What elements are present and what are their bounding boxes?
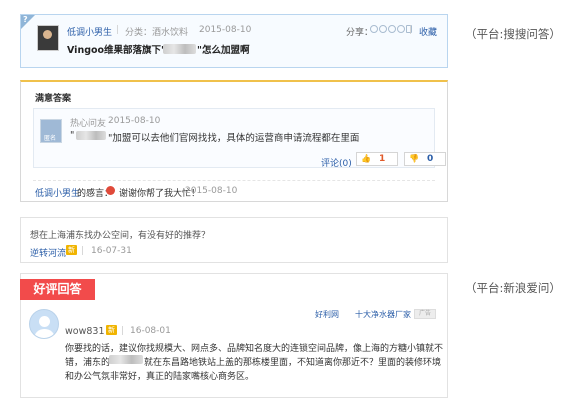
platform-label-sina: （平台:新浪爱问） (465, 281, 561, 295)
answer-text: "加盟可以去他们官网找找，具体的运营商申请流程都在里面 (108, 133, 360, 144)
meta-separator: | (409, 25, 413, 35)
meta-separator: | (116, 25, 120, 35)
share-weibo-icon[interactable] (379, 25, 387, 33)
asker-avatar[interactable] (37, 25, 59, 51)
best-answer-card: 满意答案 匿名 热心问友 2015-08-10 " "加盟可以去他们官网找找，具… (20, 80, 448, 202)
platform-label-sogou: （平台:搜搜问答） (465, 27, 561, 41)
thumbs-down-icon: 👎 (409, 154, 419, 163)
answer-box: 匿名 热心问友 2015-08-10 " "加盟可以去他们官网找找，具体的运营商… (33, 108, 446, 169)
thanks-date: 2015-08-10 (185, 186, 238, 196)
question-title[interactable]: Vingoo维果部落旗下" (67, 42, 166, 56)
answer-text-line: 错，浦东的 (65, 358, 111, 368)
answer-user: 热心问友 (70, 119, 107, 129)
question-date: 2015-08-10 (199, 25, 252, 35)
dislike-button[interactable]: 👎 0 (404, 152, 446, 166)
answer-date: 2015-08-10 (108, 116, 161, 126)
new-user-badge: 新 (106, 325, 117, 335)
question-date: 16-07-31 (91, 246, 132, 256)
thanks-user-link[interactable]: 低调小男生 (35, 186, 80, 199)
best-answer-heading: 满意答案 (35, 94, 72, 104)
ad-link[interactable]: 十大净水器厂家 (355, 309, 411, 320)
share-label: 分享： (346, 28, 374, 38)
question-title[interactable]: 想在上海浦东找办公空间，有没有好的推荐？ (30, 228, 210, 241)
redacted-text (76, 131, 106, 140)
share-qzone-icon[interactable] (388, 25, 396, 33)
comment-link[interactable]: 评论(0) (321, 156, 352, 169)
flower-icon (106, 186, 115, 195)
avatar-body-shape (34, 329, 55, 338)
good-answer-badge: 好评回答 (20, 279, 95, 300)
avatar-head-shape (39, 316, 50, 327)
avatar-label: 匿名 (44, 135, 57, 142)
share-search-icon[interactable] (370, 25, 378, 33)
dislike-count: 0 (427, 154, 434, 164)
share-renren-icon[interactable] (397, 25, 405, 33)
meta-separator: | (121, 326, 125, 336)
anonymous-avatar: 匿名 (40, 119, 62, 143)
answer-quote-open: " (70, 130, 75, 141)
divider (33, 180, 435, 181)
answer-date: 16-08-01 (130, 326, 171, 336)
like-count: 1 (379, 154, 386, 164)
ad-link[interactable]: 好利网 (315, 309, 339, 320)
thumbs-up-icon: 👍 (361, 154, 371, 163)
new-user-badge: 新 (66, 245, 77, 255)
meta-separator: | (81, 246, 85, 256)
asker-name-link[interactable]: 低调小男生 (67, 25, 112, 38)
redacted-text (163, 44, 196, 54)
asker-name-link[interactable]: 逆转河流 (30, 246, 66, 259)
answerer-name-link[interactable]: wow831 (65, 326, 104, 337)
question-mark-icon: ? (23, 15, 28, 24)
answerer-avatar[interactable] (29, 309, 59, 339)
answer-text-line: 就在东昌路地铁站上盖的那栋楼里面，不知道离你那近不？里面的装修环境 (144, 358, 442, 368)
question-category[interactable]: 分类：酒水饮料 (125, 25, 188, 38)
question-card-sogou: ? 低调小男生 | 分类：酒水饮料 2015-08-10 分享： | 收藏 Vi… (20, 14, 448, 68)
good-answer-card: 好评回答 好利网 十大净水器厂家 广告 wow831 新 | 16-08-01 … (20, 273, 448, 398)
answer-text-line: 你要找的话，建议你找规模大、网点多、品牌知名度大的连锁空间品牌，像上海的方糖小镇… (65, 344, 444, 354)
answer-text-line: 和办公气氛非常好，真正的陆家嘴核心商务区。 (65, 372, 255, 382)
like-button[interactable]: 👍 1 (356, 152, 398, 166)
ad-tag[interactable]: 广告 (414, 309, 436, 319)
redacted-text (109, 355, 143, 364)
favorite-link[interactable]: 收藏 (419, 25, 437, 38)
question-card-sina: 想在上海浦东找办公空间，有没有好的推荐？ 逆转河流 新 | 16-07-31 (20, 217, 448, 263)
question-title-tail[interactable]: "怎么加盟啊 (197, 42, 249, 56)
